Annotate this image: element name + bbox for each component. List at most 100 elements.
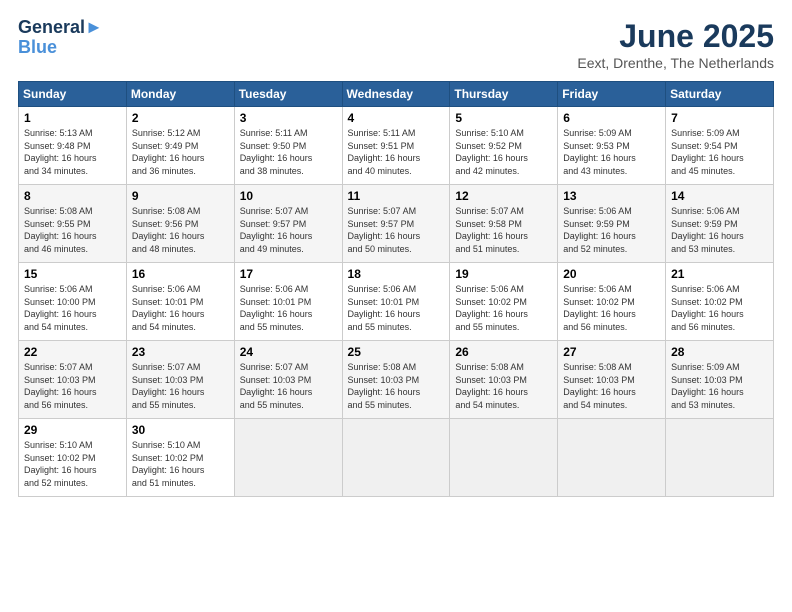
day-number: 11 <box>348 189 445 203</box>
week-row-3: 15 Sunrise: 5:06 AMSunset: 10:00 PMDaylig… <box>19 263 774 341</box>
day-info: Sunrise: 5:11 AMSunset: 9:51 PMDaylight:… <box>348 127 445 177</box>
day-number: 21 <box>671 267 768 281</box>
day-cell: 21 Sunrise: 5:06 AMSunset: 10:02 PMDaylig… <box>666 263 774 341</box>
day-number: 1 <box>24 111 121 125</box>
day-cell: 15 Sunrise: 5:06 AMSunset: 10:00 PMDaylig… <box>19 263 127 341</box>
day-cell: 4 Sunrise: 5:11 AMSunset: 9:51 PMDaylight… <box>342 107 450 185</box>
day-info: Sunrise: 5:13 AMSunset: 9:48 PMDaylight:… <box>24 127 121 177</box>
day-number: 3 <box>240 111 337 125</box>
day-info: Sunrise: 5:08 AMSunset: 10:03 PMDaylight… <box>563 361 660 411</box>
month-title: June 2025 <box>577 18 774 55</box>
day-info: Sunrise: 5:07 AMSunset: 10:03 PMDaylight… <box>24 361 121 411</box>
day-cell <box>342 419 450 497</box>
day-info: Sunrise: 5:06 AMSunset: 10:01 PMDaylight… <box>240 283 337 333</box>
day-info: Sunrise: 5:06 AMSunset: 10:00 PMDaylight… <box>24 283 121 333</box>
day-number: 4 <box>348 111 445 125</box>
title-block: June 2025 Eext, Drenthe, The Netherlands <box>577 18 774 71</box>
day-number: 13 <box>563 189 660 203</box>
week-row-1: 1 Sunrise: 5:13 AMSunset: 9:48 PMDaylight… <box>19 107 774 185</box>
week-row-5: 29 Sunrise: 5:10 AMSunset: 10:02 PMDaylig… <box>19 419 774 497</box>
header-tuesday: Tuesday <box>234 82 342 107</box>
day-number: 22 <box>24 345 121 359</box>
day-number: 29 <box>24 423 121 437</box>
day-info: Sunrise: 5:06 AMSunset: 10:02 PMDaylight… <box>455 283 552 333</box>
day-number: 16 <box>132 267 229 281</box>
day-cell: 28Sunrise: 5:09 AMSunset: 10:03 PMDaylig… <box>666 341 774 419</box>
day-cell: 5Sunrise: 5:10 AMSunset: 9:52 PMDaylight… <box>450 107 558 185</box>
header-thursday: Thursday <box>450 82 558 107</box>
day-number: 20 <box>563 267 660 281</box>
day-number: 19 <box>455 267 552 281</box>
day-cell: 6 Sunrise: 5:09 AMSunset: 9:53 PMDaylight… <box>558 107 666 185</box>
day-info: Sunrise: 5:06 AMSunset: 10:01 PMDaylight… <box>132 283 229 333</box>
day-cell: 10 Sunrise: 5:07 AMSunset: 9:57 PMDayligh… <box>234 185 342 263</box>
day-cell: 2Sunrise: 5:12 AMSunset: 9:49 PMDaylight… <box>126 107 234 185</box>
page: General► Blue June 2025 Eext, Drenthe, T… <box>0 0 792 612</box>
day-number: 8 <box>24 189 121 203</box>
calendar-table: Sunday Monday Tuesday Wednesday Thursday… <box>18 81 774 497</box>
day-number: 26 <box>455 345 552 359</box>
day-cell: 14 Sunrise: 5:06 AMSunset: 9:59 PMDayligh… <box>666 185 774 263</box>
day-cell: 8Sunrise: 5:08 AMSunset: 9:55 PMDaylight… <box>19 185 127 263</box>
day-info: Sunrise: 5:06 AMSunset: 10:02 PMDaylight… <box>563 283 660 333</box>
day-info: Sunrise: 5:12 AMSunset: 9:49 PMDaylight:… <box>132 127 229 177</box>
day-number: 27 <box>563 345 660 359</box>
day-cell <box>234 419 342 497</box>
day-number: 23 <box>132 345 229 359</box>
day-cell: 17 Sunrise: 5:06 AMSunset: 10:01 PMDaylig… <box>234 263 342 341</box>
day-cell: 29Sunrise: 5:10 AMSunset: 10:02 PMDaylig… <box>19 419 127 497</box>
day-number: 15 <box>24 267 121 281</box>
day-info: Sunrise: 5:11 AMSunset: 9:50 PMDaylight:… <box>240 127 337 177</box>
day-info: Sunrise: 5:07 AMSunset: 9:57 PMDaylight:… <box>348 205 445 255</box>
day-info: Sunrise: 5:07 AMSunset: 9:57 PMDaylight:… <box>240 205 337 255</box>
day-number: 12 <box>455 189 552 203</box>
day-info: Sunrise: 5:06 AMSunset: 9:59 PMDaylight:… <box>563 205 660 255</box>
day-cell: 24 Sunrise: 5:07 AMSunset: 10:03 PMDaylig… <box>234 341 342 419</box>
week-row-2: 8Sunrise: 5:08 AMSunset: 9:55 PMDaylight… <box>19 185 774 263</box>
logo-blue: Blue <box>18 38 103 58</box>
day-cell: 3 Sunrise: 5:11 AMSunset: 9:50 PMDaylight… <box>234 107 342 185</box>
day-info: Sunrise: 5:07 AMSunset: 10:03 PMDaylight… <box>240 361 337 411</box>
day-cell <box>666 419 774 497</box>
day-number: 30 <box>132 423 229 437</box>
day-cell: 11 Sunrise: 5:07 AMSunset: 9:57 PMDayligh… <box>342 185 450 263</box>
day-cell: 13 Sunrise: 5:06 AMSunset: 9:59 PMDayligh… <box>558 185 666 263</box>
day-info: Sunrise: 5:08 AMSunset: 10:03 PMDaylight… <box>348 361 445 411</box>
day-info: Sunrise: 5:08 AMSunset: 9:56 PMDaylight:… <box>132 205 229 255</box>
day-cell: 12 Sunrise: 5:07 AMSunset: 9:58 PMDayligh… <box>450 185 558 263</box>
day-number: 24 <box>240 345 337 359</box>
day-number: 6 <box>563 111 660 125</box>
header-sunday: Sunday <box>19 82 127 107</box>
day-cell <box>450 419 558 497</box>
day-number: 5 <box>455 111 552 125</box>
day-info: Sunrise: 5:09 AMSunset: 9:53 PMDaylight:… <box>563 127 660 177</box>
day-cell: 23 Sunrise: 5:07 AMSunset: 10:03 PMDaylig… <box>126 341 234 419</box>
day-cell: 30 Sunrise: 5:10 AMSunset: 10:02 PMDaylig… <box>126 419 234 497</box>
header: General► Blue June 2025 Eext, Drenthe, T… <box>18 18 774 71</box>
day-info: Sunrise: 5:09 AMSunset: 9:54 PMDaylight:… <box>671 127 768 177</box>
day-cell <box>558 419 666 497</box>
day-cell: 18 Sunrise: 5:06 AMSunset: 10:01 PMDaylig… <box>342 263 450 341</box>
day-cell: 16 Sunrise: 5:06 AMSunset: 10:01 PMDaylig… <box>126 263 234 341</box>
day-cell: 1 Sunrise: 5:13 AMSunset: 9:48 PMDaylight… <box>19 107 127 185</box>
day-info: Sunrise: 5:06 AMSunset: 9:59 PMDaylight:… <box>671 205 768 255</box>
day-info: Sunrise: 5:07 AMSunset: 9:58 PMDaylight:… <box>455 205 552 255</box>
day-cell: 27 Sunrise: 5:08 AMSunset: 10:03 PMDaylig… <box>558 341 666 419</box>
day-info: Sunrise: 5:06 AMSunset: 10:01 PMDaylight… <box>348 283 445 333</box>
day-info: Sunrise: 5:06 AMSunset: 10:02 PMDaylight… <box>671 283 768 333</box>
day-number: 18 <box>348 267 445 281</box>
day-info: Sunrise: 5:09 AMSunset: 10:03 PMDaylight… <box>671 361 768 411</box>
week-row-4: 22 Sunrise: 5:07 AMSunset: 10:03 PMDaylig… <box>19 341 774 419</box>
day-number: 17 <box>240 267 337 281</box>
day-cell: 25 Sunrise: 5:08 AMSunset: 10:03 PMDaylig… <box>342 341 450 419</box>
day-cell: 7 Sunrise: 5:09 AMSunset: 9:54 PMDaylight… <box>666 107 774 185</box>
header-monday: Monday <box>126 82 234 107</box>
day-number: 10 <box>240 189 337 203</box>
day-number: 7 <box>671 111 768 125</box>
day-info: Sunrise: 5:10 AMSunset: 10:02 PMDaylight… <box>132 439 229 489</box>
day-number: 25 <box>348 345 445 359</box>
day-info: Sunrise: 5:07 AMSunset: 10:03 PMDaylight… <box>132 361 229 411</box>
day-number: 14 <box>671 189 768 203</box>
header-wednesday: Wednesday <box>342 82 450 107</box>
day-cell: 19 Sunrise: 5:06 AMSunset: 10:02 PMDaylig… <box>450 263 558 341</box>
